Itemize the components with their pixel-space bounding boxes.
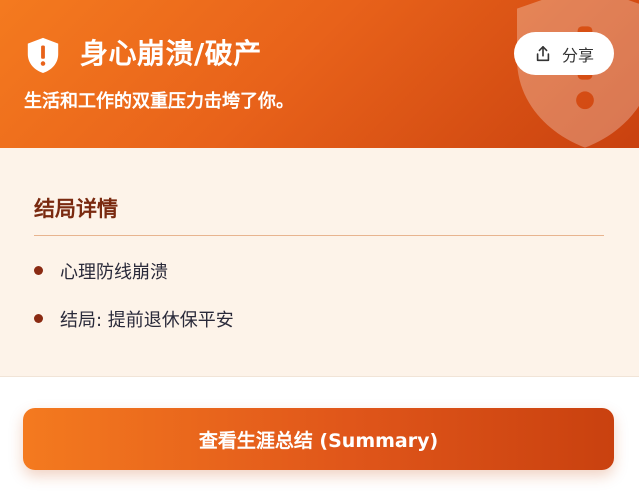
bullet-dot (34, 265, 43, 275)
share-button[interactable]: 分享 (514, 32, 614, 75)
detail-item: 心理防线崩溃 (34, 261, 168, 285)
share-label: 分享 (561, 45, 594, 65)
share-icon (536, 45, 550, 61)
ending-subtitle: 生活和工作的双重压力击垮了你。 (24, 91, 294, 112)
details-divider (34, 235, 604, 236)
view-summary-button[interactable]: 查看生涯总结 (Summary) (23, 408, 614, 470)
details-title: 结局详情 (34, 197, 118, 221)
detail-item-text: 结局: 提前退休保平安 (60, 310, 234, 331)
ending-header: 身心崩溃/破产 生活和工作的双重压力击垮了你。 分享 (0, 0, 639, 148)
shield-alert-icon (27, 37, 59, 74)
bullet-dot (34, 313, 43, 323)
ending-title: 身心崩溃/破产 (80, 37, 262, 70)
view-summary-label: 查看生涯总结 (Summary) (198, 429, 439, 452)
detail-item: 结局: 提前退休保平安 (34, 309, 234, 333)
detail-item-text: 心理防线崩溃 (60, 262, 168, 283)
ending-details-panel: 结局详情 心理防线崩溃 结局: 提前退休保平安 (0, 148, 639, 377)
